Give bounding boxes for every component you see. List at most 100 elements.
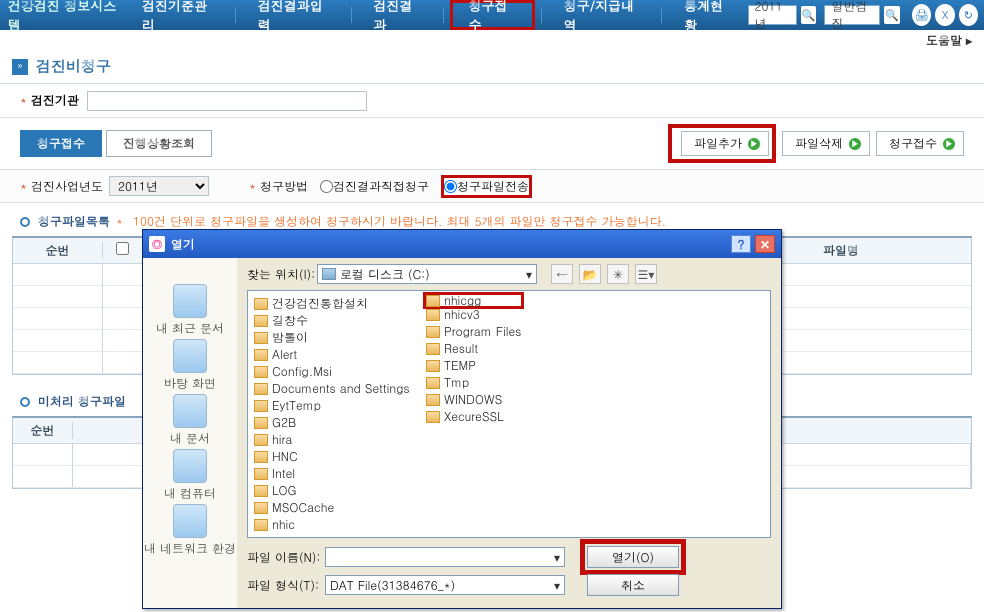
method-label: 청구방법 bbox=[260, 178, 308, 195]
folder-item[interactable]: Result bbox=[426, 340, 521, 357]
folder-icon bbox=[426, 309, 440, 321]
filetype-select[interactable]: DAT File(31384676_*)▾ bbox=[325, 575, 565, 595]
cancel-button[interactable]: 취소 bbox=[587, 574, 679, 596]
back-icon[interactable]: ← bbox=[551, 264, 573, 284]
col-num: 순번 bbox=[13, 242, 103, 259]
folder-icon bbox=[254, 349, 268, 361]
folder-item[interactable]: 밤톨이 bbox=[254, 329, 426, 346]
folder-icon bbox=[254, 519, 268, 531]
folder-icon bbox=[254, 502, 268, 514]
org-label: 검진기관 bbox=[31, 92, 79, 109]
tab-register[interactable]: 청구접수 bbox=[20, 130, 102, 157]
sidebar-network[interactable]: 내 네트워크 환경 bbox=[144, 504, 236, 557]
help-button[interactable]: ? bbox=[731, 235, 751, 253]
nav-right: 2011년 🔍 일반검진 🔍 🖨 X ↻ bbox=[748, 4, 984, 26]
folder-icon bbox=[254, 298, 268, 310]
nav-item-0[interactable]: 검진기준관리 bbox=[126, 0, 229, 30]
col-num-2: 순번 bbox=[13, 422, 73, 439]
folder-item[interactable]: Tmp bbox=[426, 374, 521, 391]
folder-icon bbox=[426, 360, 440, 372]
year-select[interactable]: 2011년 bbox=[748, 5, 797, 25]
folder-item[interactable]: hira bbox=[254, 431, 426, 448]
folder-item[interactable]: LOG bbox=[254, 482, 426, 499]
folder-icon bbox=[426, 394, 440, 406]
year-dropdown[interactable]: 2011년 bbox=[109, 176, 209, 196]
top-nav: 건강검진 정보시스템 검진기준관리 검진결과입력 검진결과 청구접수 청구/지급… bbox=[0, 0, 984, 30]
folder-icon bbox=[254, 332, 268, 344]
drive-icon bbox=[322, 268, 336, 280]
print-icon[interactable]: 🖨 bbox=[912, 4, 931, 26]
file-area[interactable]: 건강검진통합설치 길창수 밤톨이 Alert Config.Msi Docume… bbox=[247, 290, 771, 538]
org-input[interactable] bbox=[87, 91, 367, 111]
nav-item-1[interactable]: 검진결과입력 bbox=[242, 0, 345, 30]
folder-icon bbox=[254, 451, 268, 463]
folder-item[interactable]: TEMP bbox=[426, 357, 521, 374]
folder-icon bbox=[254, 383, 268, 395]
sidebar-recent[interactable]: 내 최근 문서 bbox=[156, 284, 224, 337]
search-icon[interactable]: 🔍 bbox=[801, 6, 817, 24]
col-checkbox bbox=[103, 242, 143, 259]
view-icon[interactable]: ☰▾ bbox=[635, 264, 657, 284]
nav-item-5[interactable]: 통계현황 bbox=[668, 0, 747, 30]
folder-item[interactable]: HNC bbox=[254, 448, 426, 465]
folder-item[interactable]: G2B bbox=[254, 414, 426, 431]
folder-item[interactable]: nhic bbox=[254, 516, 426, 533]
folder-icon bbox=[254, 468, 268, 480]
sidebar-documents[interactable]: 내 문서 bbox=[170, 394, 210, 447]
nav-item-3[interactable]: 청구접수 bbox=[450, 0, 535, 30]
folder-item[interactable]: EytTemp bbox=[254, 397, 426, 414]
year-label: 검진사업년도 bbox=[31, 178, 103, 195]
folder-item[interactable]: Alert bbox=[254, 346, 426, 363]
folder-icon bbox=[254, 417, 268, 429]
title-arrow-icon: » bbox=[12, 59, 28, 75]
folder-item[interactable]: XecureSSL bbox=[426, 408, 521, 425]
app-logo: 건강검진 정보시스템 bbox=[0, 0, 126, 34]
pending-list-title: 미처리 청구파일 bbox=[38, 393, 126, 410]
excel-icon[interactable]: X bbox=[935, 4, 954, 26]
page-title: 검진비청구 bbox=[36, 56, 111, 77]
folder-item[interactable]: Intel bbox=[254, 465, 426, 482]
nav-item-2[interactable]: 검진결과 bbox=[358, 0, 437, 30]
folder-item[interactable]: Config.Msi bbox=[254, 363, 426, 380]
sidebar-computer[interactable]: 내 컴퓨터 bbox=[164, 449, 216, 502]
nav-item-4[interactable]: 청구/지급내역 bbox=[548, 0, 656, 30]
dialog-icon: ◎ bbox=[149, 236, 165, 252]
register-button[interactable]: 청구접수▶ bbox=[876, 131, 964, 156]
tab-status[interactable]: 진행상황조회 bbox=[106, 130, 212, 157]
folder-item[interactable]: MSOCache bbox=[254, 499, 426, 516]
folder-item[interactable]: Documents and Settings bbox=[254, 380, 426, 397]
sidebar-desktop[interactable]: 바탕 화면 bbox=[164, 339, 216, 392]
lookin-select[interactable]: 로컬 디스크 (C:)▾ bbox=[317, 264, 537, 284]
method-radio-file[interactable]: 청구파일전송 bbox=[441, 175, 532, 198]
folder-icon bbox=[254, 366, 268, 378]
help-link[interactable]: 도움말 ▸ bbox=[926, 32, 972, 49]
exam-type-select[interactable]: 일반검진 bbox=[824, 5, 880, 25]
folder-icon bbox=[426, 343, 440, 355]
folder-icon bbox=[254, 400, 268, 412]
method-radio-direct[interactable]: 검진결과직접청구 bbox=[320, 178, 429, 195]
filename-input[interactable]: ▾ bbox=[325, 547, 565, 567]
folder-item[interactable]: WINDOWS bbox=[426, 391, 521, 408]
folder-icon bbox=[254, 315, 268, 327]
close-button[interactable]: ✕ bbox=[755, 235, 775, 253]
folder-item[interactable]: nhicv3 bbox=[426, 306, 521, 323]
filename-label: 파일 이름(N): bbox=[247, 549, 325, 566]
required-star: * bbox=[20, 92, 27, 109]
folder-item[interactable]: 건강검진통합설치 bbox=[254, 295, 426, 312]
newfolder-icon[interactable]: ✳ bbox=[607, 264, 629, 284]
file-delete-button[interactable]: 파일삭제▶ bbox=[782, 131, 870, 156]
dialog-titlebar: ◎ 열기 ? ✕ bbox=[143, 230, 781, 258]
open-button[interactable]: 열기(O) bbox=[587, 546, 679, 568]
folder-icon bbox=[426, 377, 440, 389]
folder-icon bbox=[426, 295, 440, 307]
file-list-title: 청구파일목록 bbox=[38, 213, 110, 230]
folder-icon bbox=[426, 326, 440, 338]
folder-item[interactable]: Program Files bbox=[426, 323, 521, 340]
bullet-icon bbox=[20, 397, 30, 407]
refresh-icon[interactable]: ↻ bbox=[959, 4, 978, 26]
folder-item[interactable]: 길창수 bbox=[254, 312, 426, 329]
file-add-button[interactable]: 파일추가▶ bbox=[681, 131, 769, 156]
up-icon[interactable]: 📂 bbox=[579, 264, 601, 284]
search-icon-2[interactable]: 🔍 bbox=[884, 6, 900, 24]
file-open-dialog: ◎ 열기 ? ✕ 내 최근 문서 바탕 화면 내 문서 내 컴퓨터 내 네트워크… bbox=[142, 229, 782, 609]
